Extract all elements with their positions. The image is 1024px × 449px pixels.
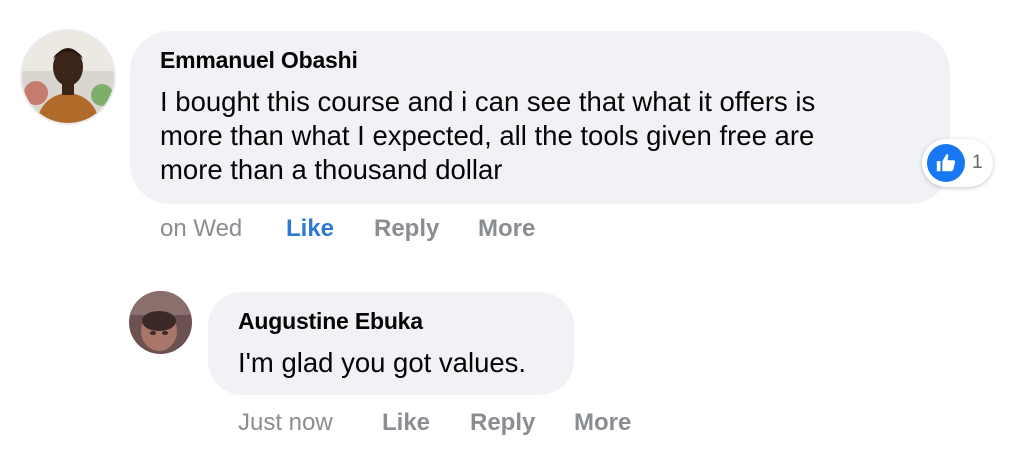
reply-button[interactable]: Reply [470,409,535,437]
like-button[interactable]: Like [286,215,334,243]
avatar-photo [22,31,114,123]
like-icon [927,144,965,182]
avatar-photo [129,291,192,354]
comment-author[interactable]: Emmanuel Obashi [160,47,358,74]
comment-text-line: I'm glad you got values. [238,347,527,378]
reaction-badge[interactable]: 1 [922,139,993,187]
comment-bubble: Emmanuel Obashi I bought this course and… [130,31,950,204]
timestamp[interactable]: on Wed [160,215,242,243]
comment-text-line: more than a thousand dollar [160,154,503,185]
like-button[interactable]: Like [382,409,430,437]
reaction-count: 1 [972,152,983,173]
avatar-augustine-ebuka[interactable] [129,291,192,354]
comment-text-line: more than what I expected, all the tools… [160,120,815,151]
reply-bubble: Augustine Ebuka I'm glad you got values. [208,292,574,395]
reply-button[interactable]: Reply [374,215,439,243]
avatar-emmanuel-obashi[interactable] [22,31,114,123]
comment-author[interactable]: Augustine Ebuka [238,308,423,335]
comment-text-line: I bought this course and i can see that … [160,86,816,117]
timestamp[interactable]: Just now [238,409,333,437]
comment-text: I bought this course and i can see that … [160,85,815,187]
more-button[interactable]: More [574,409,631,437]
more-button[interactable]: More [478,215,535,243]
comment-text: I'm glad you got values. [238,346,526,380]
